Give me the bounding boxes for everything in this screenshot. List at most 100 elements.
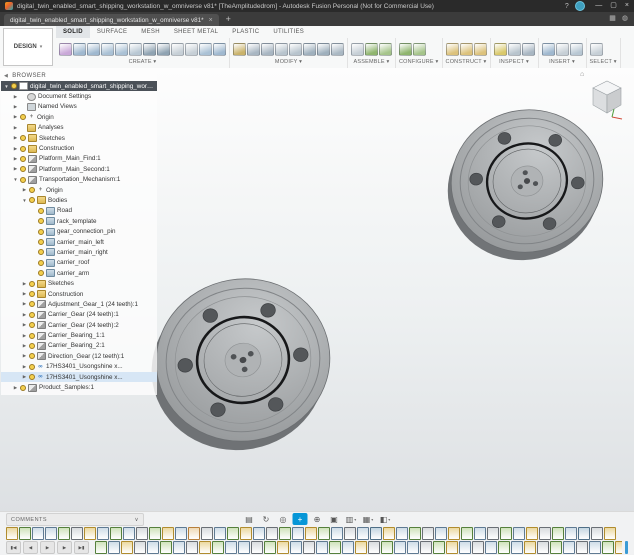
extrude-feature-icon[interactable] bbox=[173, 541, 185, 554]
interference-icon[interactable] bbox=[508, 41, 521, 57]
home-icon[interactable]: ⌂ bbox=[580, 71, 584, 79]
viewports-icon[interactable]: ◧▾ bbox=[378, 513, 393, 525]
component-feature-icon[interactable] bbox=[277, 541, 289, 554]
visibility-bulb-icon[interactable] bbox=[29, 281, 35, 287]
extrude-feature-icon[interactable] bbox=[357, 527, 369, 540]
joint-feature-icon[interactable] bbox=[368, 541, 380, 554]
extrude-feature-icon[interactable] bbox=[45, 527, 57, 540]
tree-expanded-arrow-icon[interactable]: ▼ bbox=[12, 177, 19, 182]
tree-collapsed-arrow-icon[interactable]: ▶ bbox=[12, 166, 19, 172]
browser-collapse-icon[interactable]: ◀ bbox=[4, 73, 8, 79]
revolve-icon[interactable] bbox=[87, 41, 100, 57]
plane-feature-icon[interactable] bbox=[188, 527, 200, 540]
ribbon-tab-sheet-metal[interactable]: SHEET METAL bbox=[167, 26, 225, 38]
sketch-feature-icon[interactable] bbox=[264, 541, 276, 554]
tree-item-carrier-bearing-2-1[interactable]: ▶Carrier_Bearing_2:1 bbox=[1, 341, 157, 351]
joint-feature-icon[interactable] bbox=[186, 541, 198, 554]
insert-mesh-icon[interactable] bbox=[570, 41, 583, 57]
component-feature-icon[interactable] bbox=[240, 527, 252, 540]
tree-item-bodies[interactable]: ▼Bodies bbox=[1, 195, 157, 205]
cylinder-primitive-icon[interactable] bbox=[185, 41, 198, 57]
extrude-feature-icon[interactable] bbox=[292, 527, 304, 540]
rib-icon[interactable] bbox=[129, 41, 142, 57]
extrude-feature-icon[interactable] bbox=[407, 541, 419, 554]
visibility-bulb-icon[interactable] bbox=[20, 385, 26, 391]
draft-icon[interactable] bbox=[289, 41, 302, 57]
workspace-selector[interactable]: DESIGN ▾ bbox=[3, 28, 53, 66]
visibility-bulb-icon[interactable] bbox=[38, 260, 44, 266]
press-pull-icon[interactable] bbox=[233, 41, 246, 57]
component-feature-icon[interactable] bbox=[305, 527, 317, 540]
document-tab[interactable]: digital_twin_enabled_smart_shipping_work… bbox=[4, 14, 219, 26]
visibility-bulb-icon[interactable] bbox=[29, 291, 35, 297]
joint-feature-icon[interactable] bbox=[591, 527, 603, 540]
tree-collapsed-arrow-icon[interactable]: ▶ bbox=[21, 353, 28, 359]
joint-feature-icon[interactable] bbox=[539, 527, 551, 540]
tree-item-analyses[interactable]: ▶Analyses bbox=[1, 123, 157, 133]
joint-feature-icon[interactable] bbox=[472, 541, 484, 554]
tree-collapsed-arrow-icon[interactable]: ▶ bbox=[21, 333, 28, 339]
tree-item-construction[interactable]: ▶Construction bbox=[1, 289, 157, 299]
visibility-bulb-icon[interactable] bbox=[38, 249, 44, 255]
notifications-icon[interactable]: ◍ bbox=[622, 12, 628, 25]
tree-collapsed-arrow-icon[interactable]: ▶ bbox=[21, 374, 28, 380]
extrude-feature-icon[interactable] bbox=[435, 527, 447, 540]
grid-settings-icon[interactable]: ▦▾ bbox=[361, 513, 376, 525]
split-body-icon[interactable] bbox=[331, 41, 344, 57]
component-feature-icon[interactable] bbox=[6, 527, 18, 540]
insert-derive-icon[interactable] bbox=[542, 41, 555, 57]
tree-item-direction-gear-12-teeth-1[interactable]: ▶Direction_Gear (12 teeth):1 bbox=[1, 351, 157, 361]
visibility-bulb-icon[interactable] bbox=[29, 322, 35, 328]
grid-menu-icon[interactable]: ▦ bbox=[609, 12, 616, 25]
extrude-feature-icon[interactable] bbox=[396, 527, 408, 540]
ribbon-group-label-assemble[interactable]: ASSEMBLE ▾ bbox=[351, 59, 392, 68]
extrude-feature-icon[interactable] bbox=[459, 541, 471, 554]
loft-icon[interactable] bbox=[115, 41, 128, 57]
offset-face-icon[interactable] bbox=[317, 41, 330, 57]
hole-feature-icon[interactable] bbox=[578, 527, 590, 540]
tree-item-carrier-arm[interactable]: carrier_arm bbox=[1, 268, 157, 278]
ribbon-group-label-construct[interactable]: CONSTRUCT ▾ bbox=[446, 59, 487, 68]
measure-icon[interactable] bbox=[494, 41, 507, 57]
ribbon-tab-mesh[interactable]: MESH bbox=[134, 26, 167, 38]
component-feature-icon[interactable] bbox=[604, 527, 616, 540]
tree-item-sketches[interactable]: ▶Sketches bbox=[1, 133, 157, 143]
extrude-feature-icon[interactable] bbox=[225, 541, 237, 554]
tree-item-carrier-roof[interactable]: carrier_roof bbox=[1, 258, 157, 268]
extrude-feature-icon[interactable] bbox=[316, 541, 328, 554]
configuration-table-icon[interactable] bbox=[413, 41, 426, 57]
view-cube[interactable]: ⌂ bbox=[580, 71, 628, 121]
minimize-button[interactable]: — bbox=[595, 0, 602, 12]
visibility-bulb-icon[interactable] bbox=[20, 146, 26, 152]
tree-item-gear-connection-pin[interactable]: gear_connection_pin bbox=[1, 226, 157, 236]
decal-icon[interactable] bbox=[556, 41, 569, 57]
sketch-feature-icon[interactable] bbox=[279, 527, 291, 540]
tree-collapsed-arrow-icon[interactable]: ▶ bbox=[21, 301, 28, 307]
pan-icon[interactable]: + bbox=[293, 513, 308, 525]
construction-axis-icon[interactable] bbox=[460, 41, 473, 57]
extrude-feature-icon[interactable] bbox=[331, 527, 343, 540]
offset-plane-icon[interactable] bbox=[446, 41, 459, 57]
visibility-bulb-icon[interactable] bbox=[20, 166, 26, 172]
tree-collapsed-arrow-icon[interactable]: ▶ bbox=[12, 94, 19, 100]
create-form-icon[interactable] bbox=[59, 41, 72, 57]
extrude-feature-icon[interactable] bbox=[565, 527, 577, 540]
construction-point-icon[interactable] bbox=[474, 41, 487, 57]
pattern-icon[interactable] bbox=[213, 41, 226, 57]
tree-collapsed-arrow-icon[interactable]: ▶ bbox=[12, 104, 19, 110]
carrier-bearing-part-bottom[interactable] bbox=[137, 265, 344, 464]
sketch-feature-icon[interactable] bbox=[149, 527, 161, 540]
tree-collapsed-arrow-icon[interactable]: ▶ bbox=[21, 281, 28, 287]
section-analysis-icon[interactable] bbox=[522, 41, 535, 57]
tree-item-digital-twin-enabled-smart-shipping-workstation-w-omniverse-v81[interactable]: ▼digital_twin_enabled_smart_shipping_wor… bbox=[1, 81, 157, 91]
tree-collapsed-arrow-icon[interactable]: ▶ bbox=[21, 291, 28, 297]
extrude-feature-icon[interactable] bbox=[214, 527, 226, 540]
sketch-feature-icon[interactable] bbox=[160, 541, 172, 554]
tree-item-origin[interactable]: ▶+Origin bbox=[1, 112, 157, 122]
extrude-feature-icon[interactable] bbox=[238, 541, 250, 554]
extrude-feature-icon[interactable] bbox=[563, 541, 575, 554]
component-feature-icon[interactable] bbox=[355, 541, 367, 554]
sketch-feature-icon[interactable] bbox=[498, 541, 510, 554]
extrude-icon[interactable] bbox=[73, 41, 86, 57]
visibility-bulb-icon[interactable] bbox=[11, 83, 17, 89]
